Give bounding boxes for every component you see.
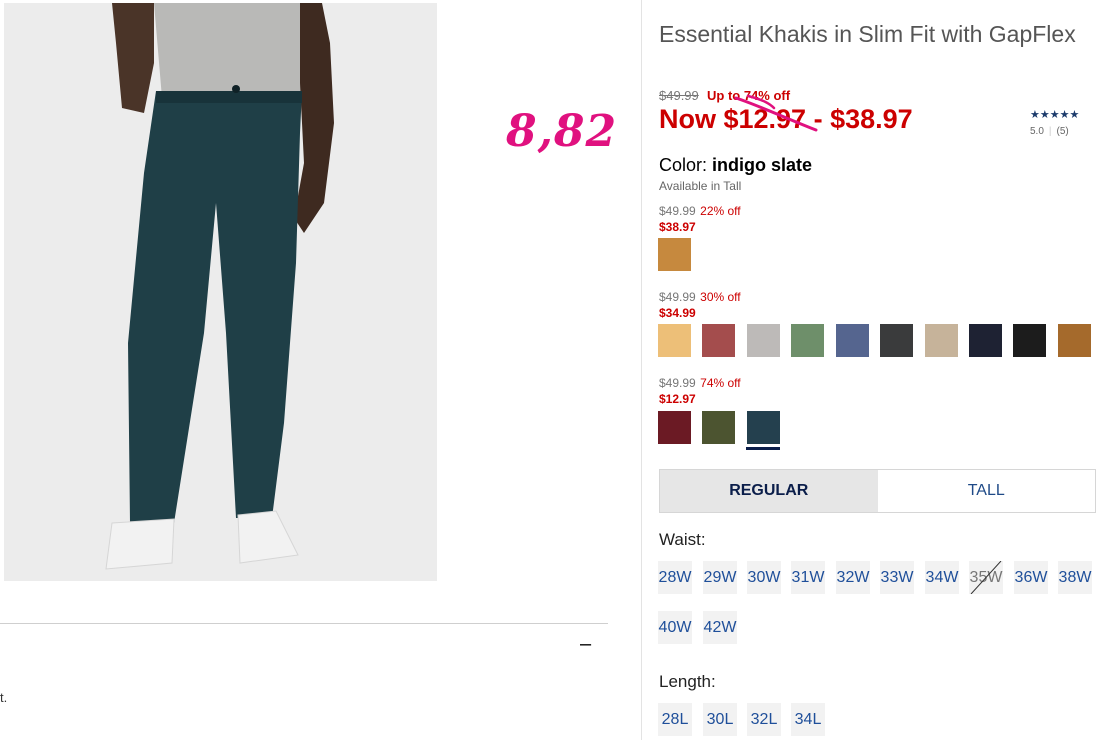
color-swatch[interactable] [702,411,735,444]
sale-price: $12.97 [659,392,696,406]
color-swatch[interactable] [658,411,691,444]
waist-size-36w[interactable]: 36W [1014,561,1048,594]
color-swatch[interactable] [1058,324,1091,357]
length-size-30l[interactable]: 30L [703,703,737,736]
column-divider [641,0,642,740]
price-group-74: $49.99 74% off $12.97 [659,374,741,406]
product-image[interactable] [4,3,437,581]
color-swatch[interactable] [1013,324,1046,357]
was-price: $49.99 [659,204,696,218]
was-price: $49.99 [659,290,696,304]
selected-swatch-indicator [746,447,780,450]
color-label: Color: indigo slate [659,155,812,176]
was-price: $49.99 [659,376,696,390]
waist-size-32w[interactable]: 32W [836,561,870,594]
review-count[interactable]: (5) [1057,126,1069,137]
color-swatch[interactable] [658,238,691,271]
sale-price: $34.99 [659,306,696,320]
color-swatch[interactable] [969,324,1002,357]
unavailable-slash-icon [970,561,1002,594]
handwritten-strikethrough [734,94,818,132]
color-swatch[interactable] [880,324,913,357]
sale-price: $38.97 [659,220,696,234]
percent-off: 30% off [700,290,741,304]
color-swatch[interactable] [747,324,780,357]
waist-size-33w[interactable]: 33W [880,561,914,594]
length-size-34l[interactable]: 34L [791,703,825,736]
length-label: Length: [659,672,716,691]
color-swatch[interactable] [658,324,691,357]
rating-summary[interactable]: 5.0 | (5) [1030,126,1069,137]
rating-stars-icon[interactable]: ★★★★★ [1030,108,1079,121]
accordion-divider [0,623,608,624]
original-price: $49.99 [659,88,699,103]
percent-off: 74% off [700,376,741,390]
handwritten-annotation: 8,82 [506,106,618,157]
waist-size-40w[interactable]: 40W [658,611,692,644]
percent-off: 22% off [700,204,741,218]
color-label-text: Color: [659,155,708,175]
waist-size-42w[interactable]: 42W [703,611,737,644]
waist-size-29w[interactable]: 29W [703,561,737,594]
color-swatch[interactable] [791,324,824,357]
product-title: Essential Khakis in Slim Fit with GapFle… [659,21,1076,47]
waist-size-35w[interactable]: 35W [969,561,1003,594]
tab-tall[interactable]: TALL [877,470,1095,512]
selected-color-name: indigo slate [712,155,813,175]
waist-size-34w[interactable]: 34W [925,561,959,594]
waist-size-30w[interactable]: 30W [747,561,781,594]
color-swatch[interactable] [747,411,780,444]
rating-value: 5.0 [1030,126,1044,137]
waist-size-28w[interactable]: 28W [658,561,692,594]
waist-size-31w[interactable]: 31W [791,561,825,594]
waist-size-38w[interactable]: 38W [1058,561,1092,594]
fit-tabs: REGULAR TALL [659,469,1096,513]
color-swatch[interactable] [925,324,958,357]
waist-label: Waist: [659,530,706,549]
color-swatch[interactable] [836,324,869,357]
color-swatch[interactable] [702,324,735,357]
accordion-text-fragment: t. [0,690,8,705]
availability-note: Available in Tall [659,179,742,193]
collapse-toggle-icon[interactable]: – [580,633,591,656]
price-group-22: $49.99 22% off $38.97 [659,202,741,234]
length-size-32l[interactable]: 32L [747,703,781,736]
tab-regular[interactable]: REGULAR [660,470,878,512]
length-size-28l[interactable]: 28L [658,703,692,736]
price-group-30: $49.99 30% off $34.99 [659,288,741,320]
